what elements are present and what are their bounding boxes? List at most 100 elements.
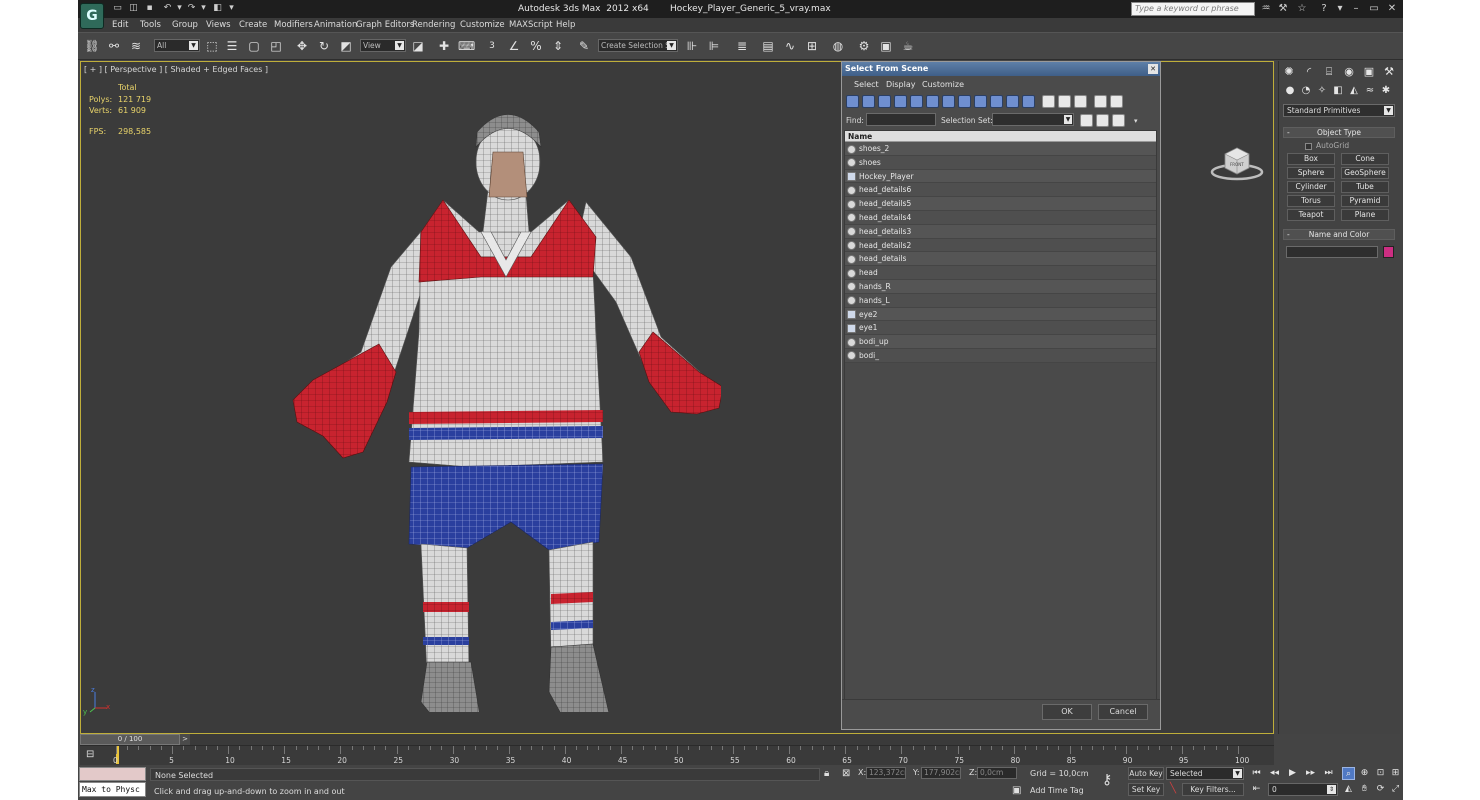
- zoom-icon[interactable]: ⌕: [1342, 767, 1355, 780]
- goto-start-icon[interactable]: ⏮: [1250, 767, 1263, 780]
- select-manipulate-icon[interactable]: ✚: [436, 38, 452, 55]
- render-production-icon[interactable]: ☕: [900, 38, 916, 55]
- cone-button[interactable]: Cone: [1341, 153, 1389, 165]
- filter-lights-icon[interactable]: [878, 95, 891, 108]
- reference-coordinate-dropdown[interactable]: View ▼: [360, 39, 406, 52]
- edit-named-selection-icon[interactable]: ✎: [576, 38, 592, 55]
- object-list-item[interactable]: eye2: [845, 307, 1156, 322]
- space-warps-icon[interactable]: ≈: [1363, 84, 1377, 98]
- object-list-item[interactable]: hands_R: [845, 279, 1156, 294]
- cylinder-button[interactable]: Cylinder: [1287, 181, 1335, 193]
- geosphere-button[interactable]: GeoSphere: [1341, 167, 1389, 179]
- systems-icon[interactable]: ✱: [1379, 84, 1393, 98]
- teapot-button[interactable]: Teapot: [1287, 209, 1335, 221]
- undo-icon[interactable]: ↶: [162, 3, 173, 14]
- mirror-icon[interactable]: ⊪: [684, 38, 700, 55]
- time-slider[interactable]: 0 / 100 >: [80, 734, 1274, 745]
- keyboard-shortcut-override-icon[interactable]: ⌨: [458, 38, 475, 55]
- close-icon[interactable]: ✕: [1386, 3, 1398, 15]
- object-list-item[interactable]: eye1: [845, 321, 1156, 336]
- cancel-button[interactable]: Cancel: [1098, 704, 1148, 720]
- menu-animation[interactable]: Animation: [314, 20, 357, 30]
- filter-spacewarps-icon[interactable]: [926, 95, 939, 108]
- rotate-icon[interactable]: ↻: [316, 38, 332, 55]
- x-coordinate-input[interactable]: 123,372cm: [866, 767, 906, 779]
- ok-button[interactable]: OK: [1042, 704, 1092, 720]
- filter-containers-icon[interactable]: [990, 95, 1003, 108]
- shapes-icon[interactable]: ◔: [1299, 84, 1313, 98]
- move-icon[interactable]: ✥: [294, 38, 310, 55]
- communication-center-icon[interactable]: ⚒: [1277, 3, 1289, 15]
- help-icon[interactable]: ?: [1318, 3, 1330, 15]
- filter-hidden-icon[interactable]: [1022, 95, 1035, 108]
- menu-tools[interactable]: Tools: [140, 20, 161, 30]
- menu-customize[interactable]: Customize: [460, 20, 505, 30]
- maximize-icon[interactable]: ▭: [1368, 3, 1380, 15]
- angle-snap-icon[interactable]: ∠: [506, 38, 522, 55]
- layer-manager-icon[interactable]: ≣: [734, 38, 750, 55]
- object-name-input[interactable]: [1286, 246, 1378, 258]
- selection-filter-dropdown[interactable]: All ▼: [154, 39, 200, 52]
- absolute-mode-icon[interactable]: ⊠: [842, 768, 850, 780]
- object-list-item[interactable]: head_details6: [845, 183, 1156, 198]
- field-of-view-icon[interactable]: ◭: [1342, 783, 1355, 796]
- selection-set-dropdown[interactable]: ▼: [992, 113, 1074, 126]
- link-icon[interactable]: ⛓: [84, 38, 100, 55]
- pivot-point-icon[interactable]: ◪: [410, 38, 426, 55]
- dialog-menu-select[interactable]: Select: [854, 80, 879, 89]
- curve-editor-icon[interactable]: ∿: [782, 38, 798, 55]
- maxscript-listener-output[interactable]: [79, 767, 146, 781]
- autogrid-checkbox[interactable]: AutoGrid: [1305, 141, 1349, 150]
- redo-dropdown-icon[interactable]: ▾: [198, 3, 209, 14]
- material-editor-icon[interactable]: ◍: [830, 38, 846, 55]
- remove-from-selection-set-icon[interactable]: [1112, 114, 1125, 127]
- filter-geometry-icon[interactable]: [846, 95, 859, 108]
- minimize-icon[interactable]: –: [1350, 3, 1362, 15]
- orbit-icon[interactable]: ⟳: [1374, 783, 1387, 796]
- geometry-icon[interactable]: ●: [1283, 84, 1297, 98]
- menu-edit[interactable]: Edit: [112, 20, 128, 30]
- quick-access-dropdown-icon[interactable]: ▾: [226, 3, 237, 14]
- track-bar[interactable]: ⊟ 0 5 10 15 20 25 30 35 40 45 50 55 60 65 70 75 80 85 90 95…: [80, 745, 1274, 765]
- filter-xrefs-icon[interactable]: [958, 95, 971, 108]
- maximize-viewport-icon[interactable]: ⤢: [1389, 783, 1402, 796]
- filter-funnel-icon[interactable]: [1094, 95, 1107, 108]
- set-key-icon[interactable]: ⚷: [1102, 773, 1112, 787]
- redo-icon[interactable]: ↷: [186, 3, 197, 14]
- object-list-item[interactable]: bodi_up: [845, 335, 1156, 349]
- menu-group[interactable]: Group: [172, 20, 198, 30]
- dialog-options-dropdown-icon[interactable]: ▾: [1134, 117, 1138, 125]
- menu-create[interactable]: Create: [239, 20, 267, 30]
- z-coordinate-input[interactable]: 0,0cm: [977, 767, 1017, 779]
- rectangular-selection-icon[interactable]: ▢: [246, 38, 262, 55]
- y-coordinate-input[interactable]: 177,902cm: [921, 767, 961, 779]
- key-filters-button[interactable]: Key Filters...: [1182, 783, 1244, 796]
- display-tab-icon[interactable]: ▣: [1361, 64, 1377, 80]
- select-none-icon[interactable]: [1058, 95, 1071, 108]
- goto-end-icon[interactable]: ⏭: [1322, 767, 1335, 780]
- object-list-item[interactable]: hands_L: [845, 293, 1156, 308]
- filter-settings-icon[interactable]: [1110, 95, 1123, 108]
- lights-icon[interactable]: ✧: [1315, 84, 1329, 98]
- object-type-rollout[interactable]: - Object Type: [1283, 127, 1395, 138]
- primitive-category-dropdown[interactable]: Standard Primitives ▼: [1283, 104, 1395, 117]
- dialog-title[interactable]: Select From Scene: [842, 62, 1160, 76]
- dialog-menu-customize[interactable]: Customize: [922, 80, 964, 89]
- object-list-item[interactable]: shoes: [845, 155, 1156, 170]
- menu-maxscript[interactable]: MAXScript: [509, 20, 553, 30]
- set-key-button[interactable]: Set Key: [1128, 783, 1164, 796]
- spinner-snap-icon[interactable]: ⇕: [550, 38, 566, 55]
- menu-modifiers[interactable]: Modifiers: [274, 20, 313, 30]
- time-slider-next-icon[interactable]: >: [180, 734, 190, 745]
- motion-tab-icon[interactable]: ◉: [1341, 64, 1357, 80]
- object-list-item[interactable]: shoes_2: [845, 142, 1156, 156]
- key-filter-pen-icon[interactable]: ╲: [1170, 783, 1176, 795]
- utilities-tab-icon[interactable]: ⚒: [1381, 64, 1397, 80]
- key-mode-toggle-icon[interactable]: ⇤: [1250, 783, 1263, 796]
- filter-cameras-icon[interactable]: [894, 95, 907, 108]
- menu-help[interactable]: Help: [556, 20, 575, 30]
- object-list-item[interactable]: Hockey_Player: [845, 169, 1156, 184]
- filter-shapes-icon[interactable]: [862, 95, 875, 108]
- column-header-name[interactable]: Name: [845, 131, 1156, 142]
- viewcube[interactable]: FRONT: [1209, 142, 1265, 182]
